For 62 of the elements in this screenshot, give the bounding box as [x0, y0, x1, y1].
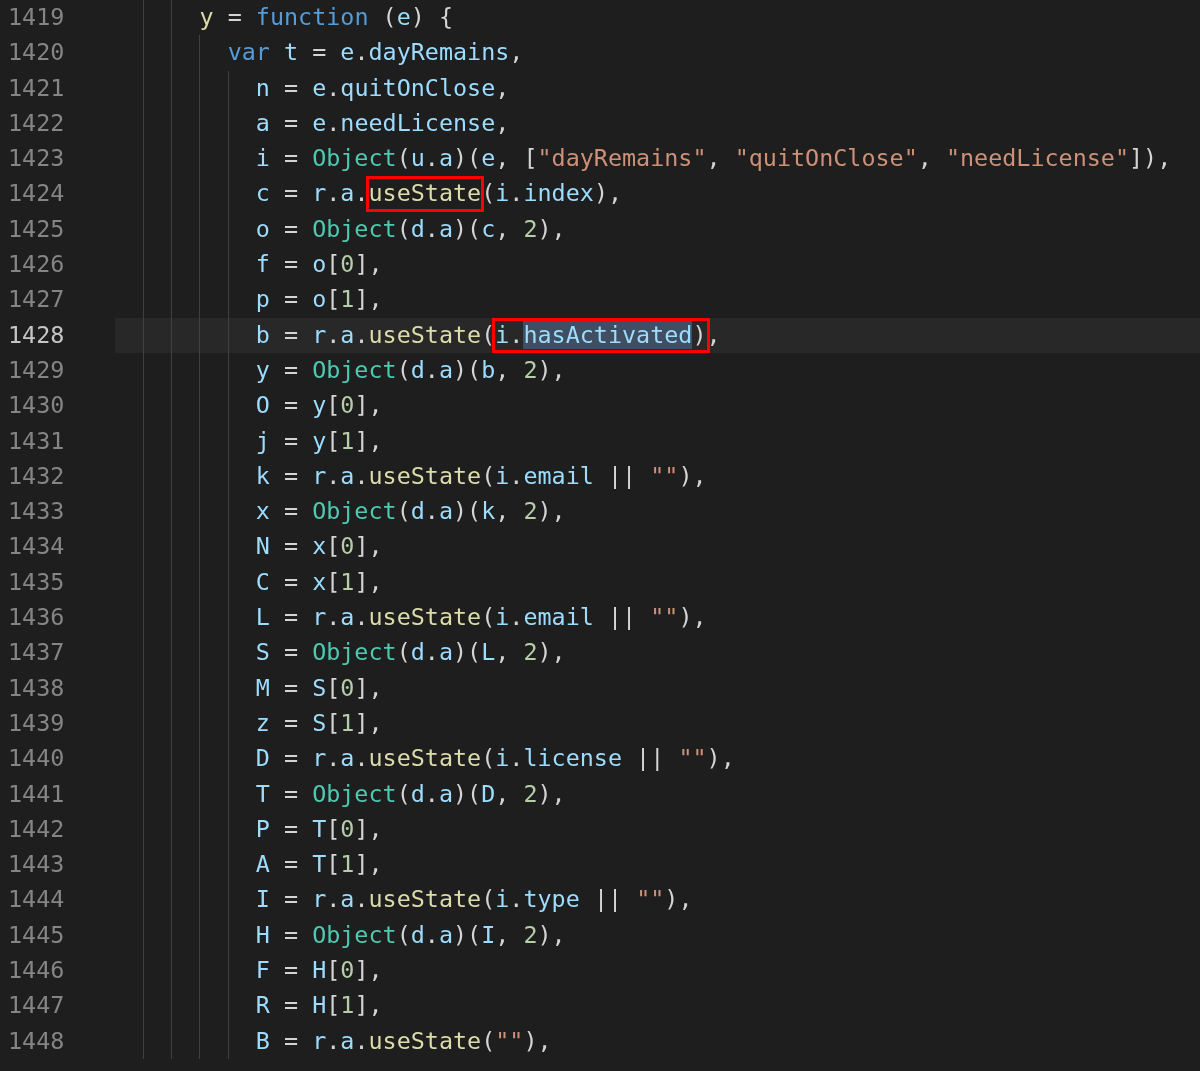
code-line: B = r.a.useState(""), — [255, 1025, 552, 1057]
line-number: 1445 — [7, 919, 66, 951]
code-line: p = o[1], — [255, 284, 383, 316]
line-number: 1436 — [7, 602, 66, 634]
line-number: 1429 — [7, 354, 66, 386]
line-number: 1427 — [7, 284, 66, 316]
line-number: 1424 — [7, 178, 66, 210]
code-line: C = x[1], — [255, 566, 383, 598]
code-line: H = Object(d.a)(I, 2), — [255, 919, 566, 951]
code-line: z = S[1], — [255, 707, 383, 739]
line-number: 1426 — [7, 249, 66, 281]
code-line: N = x[0], — [255, 531, 383, 563]
line-number: 1444 — [7, 884, 66, 916]
line-number: 1423 — [7, 143, 66, 175]
code-line: L = r.a.useState(i.email || ""), — [255, 602, 707, 634]
line-number: 1442 — [7, 813, 66, 845]
code-line: y = Object(d.a)(b, 2), — [255, 354, 566, 386]
code-line: k = r.a.useState(i.email || ""), — [255, 460, 707, 492]
annotation-box: useState — [365, 176, 485, 212]
code-line: f = o[0], — [255, 249, 383, 281]
annotation-box: i.hasActivated) — [492, 317, 710, 353]
code-line: y = function (e) { — [199, 2, 453, 33]
code-line: n = e.quitOnClose, — [255, 72, 510, 104]
code-line: A = T[1], — [255, 849, 383, 881]
line-number: 1434 — [7, 531, 66, 563]
code-line: a = e.needLicense, — [255, 107, 510, 139]
line-number: 1431 — [7, 425, 66, 457]
code-line: R = H[1], — [255, 990, 383, 1022]
line-number: 1430 — [7, 390, 66, 422]
code-line: M = S[0], — [255, 672, 383, 704]
code-line: D = r.a.useState(i.license || ""), — [255, 743, 735, 775]
code-line: T = Object(d.a)(D, 2), — [255, 778, 566, 810]
code-line: i = Object(u.a)(e, ["dayRemains", "quitOnClose", "needLicense"]), — [255, 143, 1172, 175]
line-number: 1443 — [7, 849, 66, 881]
line-number: 1428 — [7, 319, 66, 351]
line-number: 1439 — [7, 707, 66, 739]
line-number: 1448 — [7, 1025, 66, 1057]
code-line: F = H[0], — [255, 955, 383, 986]
code-line: P = T[0], — [255, 813, 383, 845]
code-line: b = r.a.useState(i.hasActivated), — [255, 317, 721, 353]
code-line: I = r.a.useState(i.type || ""), — [255, 884, 693, 916]
code-line: S = Object(d.a)(L, 2), — [255, 637, 566, 669]
code-line: o = Object(d.a)(c, 2), — [255, 213, 566, 245]
line-number: 1440 — [7, 743, 66, 775]
code-line: var t = e.dayRemains, — [227, 37, 524, 69]
line-number: 1420 — [7, 37, 66, 69]
line-number: 1422 — [7, 107, 66, 139]
line-number: 1438 — [7, 672, 66, 704]
line-number: 1421 — [7, 72, 66, 104]
line-number: 1435 — [7, 566, 66, 598]
line-number: 1433 — [7, 496, 66, 528]
line-number: 1441 — [7, 778, 66, 810]
code-line: c = r.a.useState(i.index), — [255, 176, 623, 212]
code-line: O = y[0], — [255, 390, 383, 422]
line-number: 1447 — [7, 990, 66, 1022]
code-line: j = y[1], — [255, 425, 383, 457]
code-line: x = Object(d.a)(k, 2), — [255, 496, 566, 528]
line-number: 1425 — [7, 213, 66, 245]
line-number: 1446 — [7, 955, 66, 986]
line-number: 1419 — [7, 2, 66, 33]
line-number: 1432 — [7, 460, 66, 492]
line-number: 1437 — [7, 637, 66, 669]
